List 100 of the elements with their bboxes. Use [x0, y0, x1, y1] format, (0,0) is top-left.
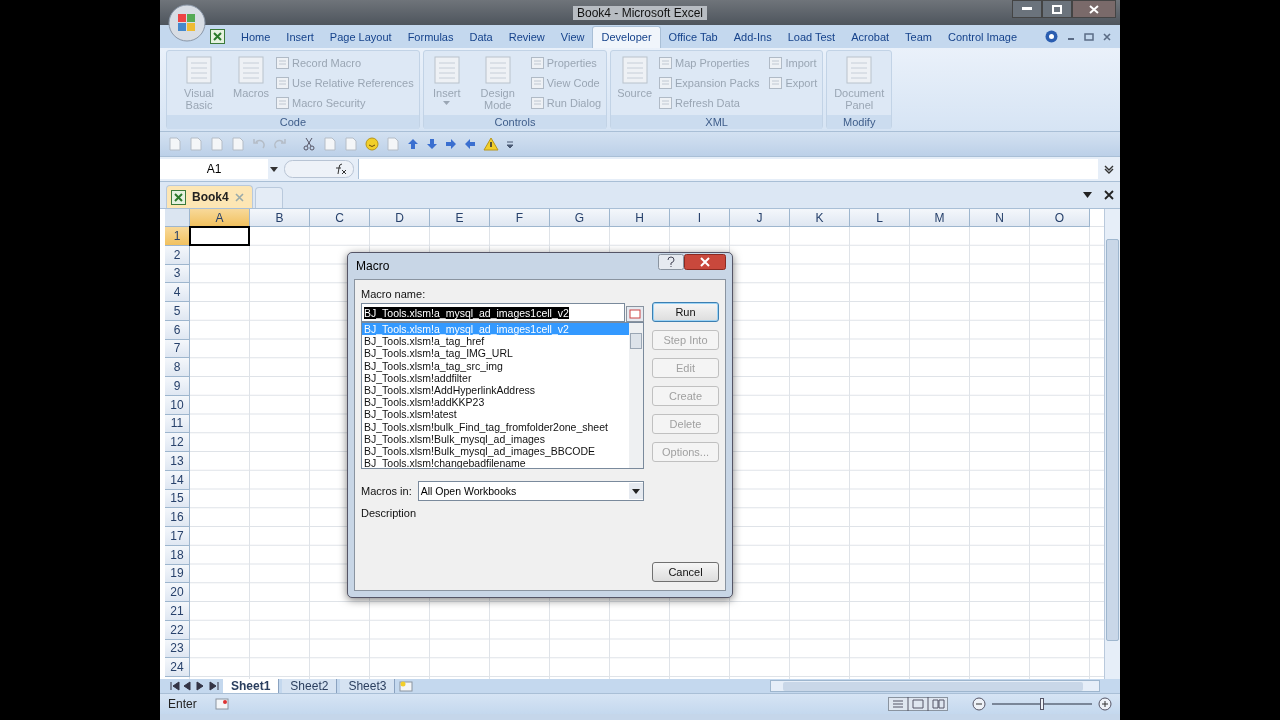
workbook-tab[interactable]: Book4 — [166, 185, 253, 208]
formula-input[interactable] — [358, 159, 1098, 179]
minimize-button[interactable] — [1012, 0, 1042, 18]
sheet-tab[interactable]: Sheet3 — [340, 679, 396, 693]
ribbon-tab[interactable]: Home — [233, 25, 279, 48]
spreadsheet-icon[interactable] — [210, 29, 225, 44]
ribbon-tab[interactable]: Add-Ins — [725, 25, 780, 48]
horizontal-scrollbar[interactable] — [770, 680, 1100, 692]
ribbon-tab[interactable]: Page Layout — [321, 25, 400, 48]
ribbon-tab[interactable]: Data — [461, 25, 501, 48]
sheet-tab[interactable]: Sheet1 — [223, 679, 280, 693]
form-icon — [659, 97, 672, 109]
column-header[interactable]: F — [490, 209, 550, 227]
arrow-left-icon[interactable] — [464, 137, 476, 151]
column-header[interactable]: G — [550, 209, 610, 227]
warning-icon[interactable] — [483, 137, 499, 151]
row-header[interactable]: 9 — [165, 377, 190, 396]
column-header[interactable]: D — [370, 209, 430, 227]
macro-list-item[interactable]: BJ_Tools.xlsm!a_tag_href — [362, 335, 629, 348]
insert-sheet-icon[interactable] — [398, 680, 415, 692]
ribbon-tab[interactable]: Team — [897, 25, 940, 48]
zoom-out-icon[interactable] — [972, 697, 986, 711]
sheet-tab[interactable]: Sheet2 — [282, 679, 338, 693]
name-box[interactable]: A1 — [160, 159, 268, 179]
row-header[interactable]: 13 — [165, 452, 190, 471]
macro-list-item[interactable]: BJ_Tools.xlsm!Bulk_mysql_ad_images_BBCODE — [362, 444, 629, 458]
macro-list-item[interactable]: BJ_Tools.xlsm!bulk_Find_tag_fromfolder2one_sheet — [362, 420, 629, 433]
ribbon-tab[interactable]: Acrobat — [843, 25, 898, 48]
column-header[interactable]: L — [850, 209, 910, 227]
macro-list-item[interactable]: BJ_Tools.xlsm!addfilter — [362, 371, 629, 384]
caret-icon[interactable] — [270, 166, 278, 172]
smiley-icon[interactable] — [365, 137, 379, 151]
column-header[interactable]: A — [190, 209, 250, 227]
arrow-up-icon[interactable] — [407, 137, 419, 151]
macro-list-item[interactable]: BJ_Tools.xlsm!a_tag_IMG_URL — [362, 347, 629, 360]
macro-list-item[interactable]: BJ_Tools.xlsm!addKKP23 — [362, 396, 629, 409]
ribbon-tab[interactable]: Developer — [592, 25, 661, 48]
document-icon — [184, 55, 214, 85]
row-header[interactable]: 12 — [165, 433, 190, 452]
column-header[interactable]: N — [970, 209, 1030, 227]
ribbon-tab[interactable]: View — [552, 25, 593, 48]
scissors-icon[interactable] — [302, 137, 316, 151]
ribbon-tab[interactable]: Load Test — [779, 25, 844, 48]
macro-list-item[interactable]: BJ_Tools.xlsm!AddHyperlinkAddress — [362, 383, 629, 397]
column-header[interactable]: M — [910, 209, 970, 227]
close-button[interactable] — [1072, 0, 1116, 18]
macros-in-dropdown[interactable]: All Open Workbooks — [417, 481, 644, 501]
column-header[interactable]: H — [610, 209, 670, 227]
column-header[interactable]: B — [250, 209, 310, 227]
row-header[interactable]: 17 — [165, 527, 190, 546]
cancel-button[interactable]: Cancel — [652, 562, 719, 582]
ribbon-tab[interactable]: Insert — [278, 25, 322, 48]
form-icon — [530, 57, 544, 69]
row-header[interactable]: 20 — [165, 583, 190, 602]
dialog-button[interactable]: Run — [652, 302, 719, 322]
caret-icon[interactable] — [1083, 192, 1092, 198]
zoom-thumb[interactable] — [1040, 698, 1044, 710]
expand-icon[interactable] — [1104, 164, 1114, 174]
vertical-scrollbar[interactable] — [1104, 209, 1120, 679]
row-header[interactable]: 8 — [165, 358, 190, 377]
spreadsheet-icon — [171, 189, 186, 205]
column-header[interactable]: J — [730, 209, 790, 227]
macro-list-item[interactable]: BJ_Tools.xlsm!atest — [362, 408, 629, 421]
list-scrollbar[interactable] — [629, 323, 643, 468]
row-header[interactable]: 16 — [165, 508, 190, 527]
zoom-in-icon[interactable] — [1098, 697, 1112, 711]
column-header[interactable]: I — [670, 209, 730, 227]
row-header[interactable]: 21 — [165, 602, 190, 621]
column-header[interactable]: E — [430, 209, 490, 227]
column-header[interactable]: O — [1030, 209, 1090, 227]
restore-icon[interactable] — [1084, 31, 1094, 42]
macro-list-item[interactable]: BJ_Tools.xlsm!a_tag_src_img — [362, 359, 629, 372]
ribbon-tab[interactable]: Control Image — [940, 25, 1026, 48]
maximize-button[interactable] — [1042, 0, 1072, 18]
macro-list-item[interactable]: BJ_Tools.xlsm!Bulk_mysql_ad_images — [362, 432, 629, 445]
active-cell[interactable] — [189, 226, 250, 246]
column-header[interactable]: C — [310, 209, 370, 227]
function-button[interactable] — [284, 160, 354, 178]
row-header[interactable]: 1 — [165, 227, 190, 246]
sheet-navigation-icon[interactable] — [170, 681, 220, 691]
macro-name-field[interactable]: BJ_Tools.xlsm!a_mysql_ad_images1cell_v2 — [361, 303, 625, 322]
ribbon-tab[interactable]: Formulas — [399, 25, 462, 48]
arrow-right-icon[interactable] — [445, 137, 457, 151]
arrow-down-icon[interactable] — [426, 137, 438, 151]
column-header[interactable]: K — [790, 209, 850, 227]
form-icon — [276, 77, 290, 89]
ribbon-tab[interactable]: Review — [500, 25, 553, 48]
close-button[interactable] — [684, 254, 726, 270]
help-button[interactable] — [658, 254, 684, 270]
help-icon[interactable] — [1045, 30, 1058, 43]
view-buttons-icon[interactable] — [888, 697, 948, 711]
row-header[interactable]: 5 — [165, 302, 190, 321]
row-header[interactable]: 4 — [165, 283, 190, 302]
row-header[interactable]: 24 — [165, 658, 190, 677]
record-macro-icon[interactable] — [214, 698, 229, 710]
collapse-dialog-icon[interactable] — [626, 306, 644, 322]
group-label: Modify — [827, 115, 892, 129]
ribbon-tab[interactable]: Office Tab — [660, 25, 726, 48]
form-icon — [769, 57, 783, 69]
close-icon[interactable] — [1104, 190, 1114, 200]
